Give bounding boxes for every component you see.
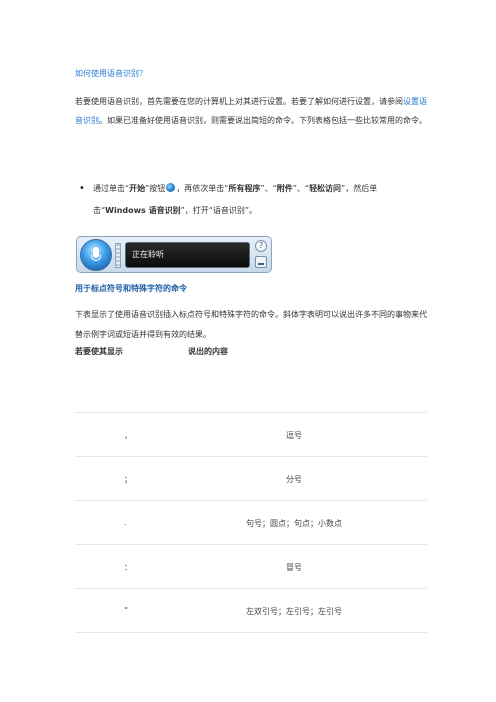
say-cell: 左双引号；左引号；左引号 <box>246 607 342 616</box>
bullet-dot: • <box>79 183 85 194</box>
speech-recognition-widget: 正在聆听 ? <box>76 236 272 273</box>
column-header-say: 说出的内容 <box>188 347 228 356</box>
section-description: 下表显示了使用语音识别插入标点符号和特殊字符的命令。斜体字表明可以说出许多不同的… <box>75 310 427 339</box>
status-display: 正在聆听 <box>125 242 250 268</box>
windows-start-orb-icon <box>166 183 176 192</box>
say-cell: 分号 <box>286 475 302 484</box>
help-button[interactable]: ? <box>255 240 267 252</box>
symbol-cell: ， <box>124 431 132 440</box>
section-heading: 用于标点符号和特殊字符的命令 <box>75 284 187 293</box>
microphone-stand-icon <box>91 255 101 261</box>
bullet-text-7: ”，打开“语音识别”。 <box>180 206 258 215</box>
document-page: 如何使用语音识别？ 若要使用语音识别，首先需要在您的计算机上对其进行设置。若要了… <box>0 0 496 702</box>
say-cell: 逗号 <box>286 431 302 440</box>
table-row: ， 逗号 <box>75 412 427 456</box>
instruction-bullet: • 通过单击“开始”按钮 ，再依次单击“所有程序”、“附件”、“轻松访问”，然后单… <box>75 178 427 222</box>
windows-speech-recognition-label: Windows 语音识别 <box>105 206 181 215</box>
bullet-text-5: ”、“ <box>292 184 310 193</box>
bullet-text-3: ，再依次单击“ <box>176 184 229 193</box>
say-cell: 句号；圆点；句点；小数点 <box>246 519 342 528</box>
table-bottom-divider <box>75 632 427 633</box>
table-row: “ 左双引号；左引号；左引号 <box>75 588 427 632</box>
page-title-link[interactable]: 如何使用语音识别？ <box>75 68 147 79</box>
all-programs-label: 所有程序 <box>228 184 261 193</box>
symbol-cell: “ <box>124 606 129 615</box>
microphone-button[interactable] <box>80 239 112 271</box>
symbol-cell: ； <box>124 475 132 484</box>
start-label: 开始 <box>129 184 146 193</box>
table-row: . 句号；圆点；句点；小数点 <box>75 500 427 544</box>
say-cell: 冒号 <box>286 563 302 572</box>
table-row: ： 冒号 <box>75 544 427 588</box>
bullet-text-4: ”、“ <box>260 184 277 193</box>
intro-text-1: 若要使用语音识别，首先需要在您的计算机上对其进行设置。若要了解如何进行设置，请参… <box>75 97 403 106</box>
intro-paragraph: 若要使用语音识别，首先需要在您的计算机上对其进行设置。若要了解如何进行设置，请参… <box>75 92 427 130</box>
audio-level-meter <box>115 243 121 268</box>
bullet-text-2: ”按钮 <box>145 184 166 193</box>
intro-text-2: 。如果已准备好使用语音识别，则需要说出简短的命令。下列表格包括一些比较常用的命令… <box>99 116 427 125</box>
symbol-cell: ： <box>124 563 132 572</box>
listening-status: 正在聆听 <box>132 250 164 259</box>
accessories-label: 附件 <box>276 184 293 193</box>
table-row: ； 分号 <box>75 456 427 500</box>
bullet-text: 通过单击“开始”按钮 ，再依次单击“所有程序”、“附件”、“轻松访问”，然后单击“… <box>75 178 427 222</box>
bullet-text-1: 通过单击“ <box>93 184 130 193</box>
ease-of-access-label: 轻松访问 <box>309 184 342 193</box>
symbol-cell: . <box>124 518 127 527</box>
column-header-display: 若要使其显示 <box>75 347 123 356</box>
minimize-button[interactable] <box>255 256 267 268</box>
